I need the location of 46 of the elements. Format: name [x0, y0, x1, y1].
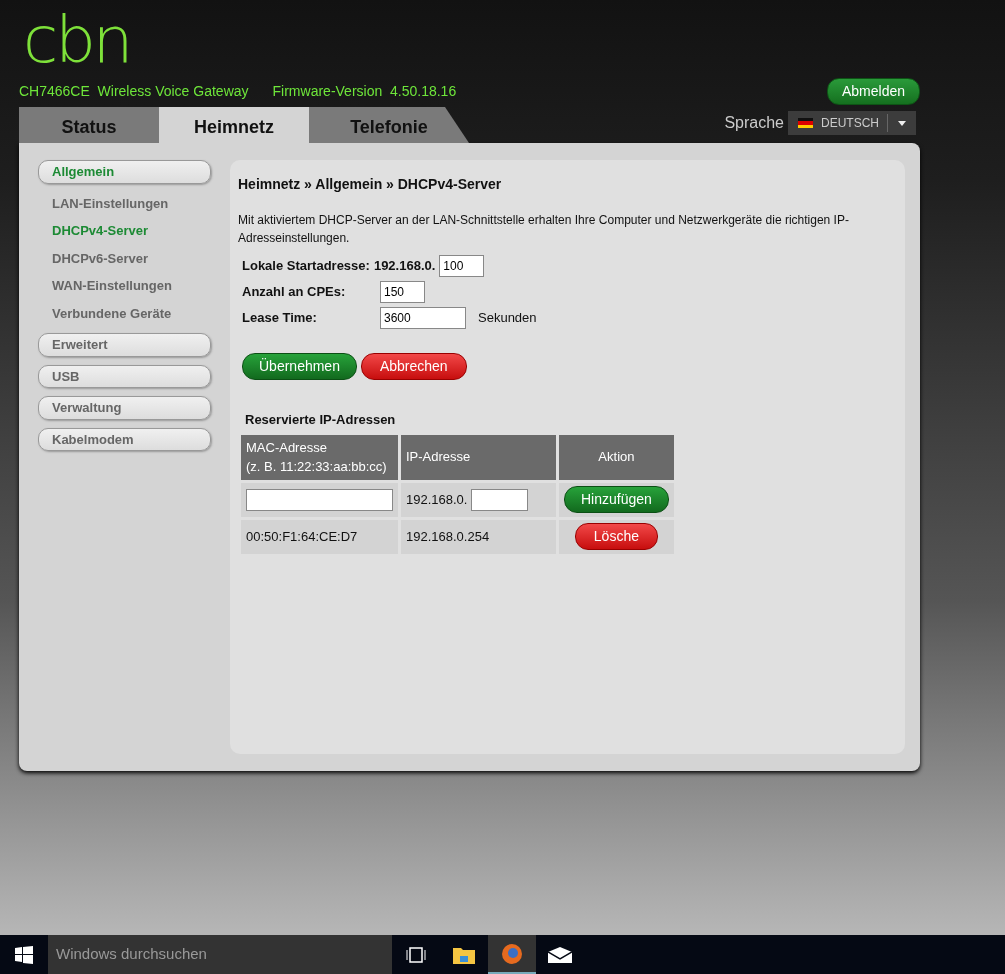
ip-input-field[interactable]: [471, 488, 529, 511]
delete-button[interactable]: Lösche: [574, 523, 658, 550]
sidebar-group[interactable]: Verwaltung: [38, 396, 211, 420]
sidebar-group[interactable]: Allgemein: [38, 160, 211, 184]
column-header: IP-Adresse: [401, 434, 556, 480]
language-dropdown[interactable]: DEUTSCH: [788, 111, 916, 135]
input-field[interactable]: 150: [380, 281, 425, 303]
taskbar-search-field[interactable]: Windows durchsuchen: [48, 935, 392, 974]
logout-button[interactable]: Abmelden: [826, 78, 920, 105]
unit-label: Sekunden: [478, 309, 537, 328]
sidebar-group[interactable]: USB: [38, 364, 211, 388]
language-label: Sprache: [724, 113, 784, 133]
address-prefix: 192.168.0.: [406, 491, 468, 507]
caret-icon: [898, 121, 906, 127]
field-label: Lease Time:: [242, 309, 318, 328]
input-field[interactable]: 3600: [380, 307, 466, 329]
field-label: Lokale Startadresse:: [242, 257, 370, 276]
field-label: Anzahl an CPEs:: [242, 283, 347, 302]
sidebar-item[interactable]: DHCPv6-Server: [38, 246, 211, 270]
description: Mit aktiviertem DHCP-Server an der LAN-Schnittstelle erhalten Ihre Computer und Netzwerkgeräte die richtigen IP-Adresseinstellungen.: [238, 212, 850, 247]
mac-address: 00:50:F1:64:CE:D7: [246, 528, 358, 544]
mac-input-field[interactable]: [246, 488, 393, 511]
apply-button[interactable]: Übernehmen: [242, 353, 357, 380]
input-field[interactable]: 100: [439, 255, 485, 277]
sidebar-item[interactable]: LAN-Einstellungen: [38, 191, 211, 215]
browser-icon[interactable]: [488, 935, 536, 974]
column-header: MAC-Adresse (z. B. 11:22:33:aa:bb:cc): [241, 434, 398, 480]
breadcrumb: Heimnetz » Allgemein » DHCPv4-Server: [238, 175, 503, 194]
sidebar-group[interactable]: Erweitert: [38, 333, 211, 357]
nav-tab[interactable]: Heimnetz: [159, 107, 309, 143]
ip-address: 192.168.0.254: [406, 528, 490, 544]
add-button[interactable]: Hinzufügen: [564, 486, 669, 513]
column-header: Aktion: [559, 434, 674, 480]
nav-tab[interactable]: Status: [19, 107, 159, 143]
sidebar-item[interactable]: Verbundene Geräte: [38, 301, 211, 325]
cancel-button[interactable]: Abbrechen: [360, 353, 467, 380]
model-name: CH7466CE Wireless Voice Gateway: [19, 82, 249, 101]
firmware-version: Firmware-Version 4.50.18.16: [272, 82, 458, 101]
nav-tab[interactable]: Telefonie: [309, 107, 469, 143]
flag-icon: [798, 118, 813, 128]
logo: cbn: [23, 8, 132, 68]
sidebar-item[interactable]: WAN-Einstellungen: [38, 274, 211, 298]
address-prefix: 192.168.0.: [373, 257, 436, 276]
section-title: Reservierte IP-Adressen: [245, 411, 397, 429]
sidebar-group[interactable]: Kabelmodem: [38, 427, 211, 451]
sidebar-item[interactable]: DHCPv4-Server: [38, 219, 211, 243]
